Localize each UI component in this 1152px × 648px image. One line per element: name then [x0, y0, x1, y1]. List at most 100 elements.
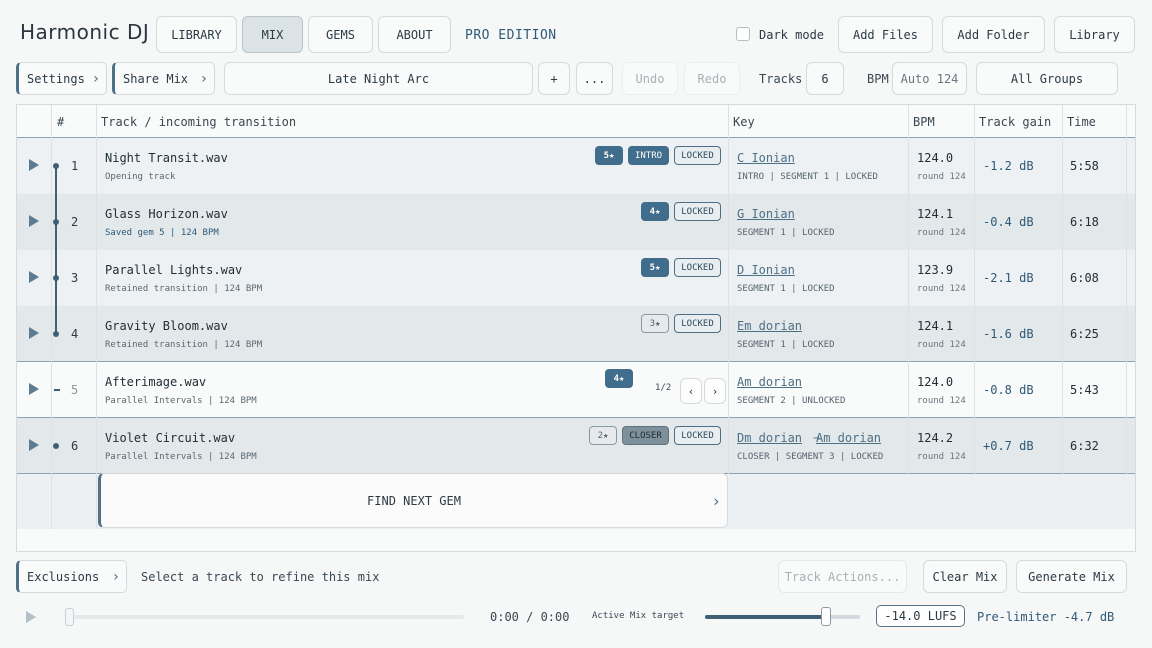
table-row[interactable]: 6 Violet Circuit.wav Parallel Intervals … — [17, 418, 1135, 474]
tab-about[interactable]: ABOUT — [378, 16, 451, 53]
undo-button[interactable]: Undo — [622, 62, 678, 95]
key-link[interactable]: D Ionian — [737, 263, 795, 277]
locked-badge[interactable]: LOCKED — [674, 314, 721, 333]
clear-mix-button[interactable]: Clear Mix — [923, 560, 1007, 593]
key-link[interactable]: C Ionian — [737, 151, 795, 165]
next-candidate-button[interactable]: › — [704, 378, 726, 404]
bpm-subtitle: round 124 — [917, 396, 966, 406]
track-time: 6:32 — [1070, 439, 1099, 453]
playback-scrubber[interactable] — [66, 615, 464, 619]
rating-badge[interactable]: 4★ — [641, 202, 669, 221]
prev-candidate-button[interactable]: ‹ — [680, 378, 702, 404]
add-files-button[interactable]: Add Files — [838, 16, 933, 53]
exclusions-button[interactable]: Exclusions › — [16, 560, 127, 593]
play-icon[interactable] — [29, 271, 39, 283]
track-time: 6:25 — [1070, 327, 1099, 341]
rating-badge[interactable]: 5★ — [641, 258, 669, 277]
closer-badge[interactable]: CLOSER — [622, 426, 669, 445]
header-time: Time — [1067, 115, 1096, 129]
key-link-target[interactable]: Am dorian — [816, 431, 881, 445]
dark-mode-checkbox[interactable] — [736, 27, 750, 41]
play-icon[interactable] — [29, 159, 39, 171]
track-gain[interactable]: -0.8 dB — [983, 383, 1034, 397]
key-link[interactable]: Em dorian — [737, 319, 802, 333]
track-gain[interactable]: -1.2 dB — [983, 159, 1034, 173]
add-mix-button[interactable]: + — [538, 62, 570, 95]
bpm-subtitle: round 124 — [917, 284, 966, 294]
find-next-gem-button[interactable]: FIND NEXT GEM › — [98, 473, 728, 528]
tracks-count-input[interactable]: 6 — [806, 62, 844, 95]
play-icon[interactable] — [29, 383, 39, 395]
track-subtitle: Opening track — [105, 172, 176, 182]
play-icon[interactable] — [29, 327, 39, 339]
intro-badge[interactable]: INTRO — [628, 146, 669, 165]
tab-mix[interactable]: MIX — [242, 16, 303, 53]
chevron-right-icon: › — [711, 491, 721, 510]
more-options-button[interactable]: ... — [576, 62, 613, 95]
rating-badge[interactable]: 5★ — [595, 146, 623, 165]
target-slider-handle[interactable] — [820, 607, 831, 626]
play-icon[interactable] — [26, 611, 36, 623]
lufs-value[interactable]: -14.0 LUFS — [876, 605, 965, 627]
bpm-subtitle: round 124 — [917, 228, 966, 238]
bpm-value: 124.2 — [917, 431, 954, 445]
track-gain[interactable]: -1.6 dB — [983, 327, 1034, 341]
chain-node — [53, 219, 59, 225]
locked-badge[interactable]: LOCKED — [674, 146, 721, 165]
key-link[interactable]: G Ionian — [737, 207, 795, 221]
key-link[interactable]: Am dorian — [737, 375, 802, 389]
play-icon[interactable] — [29, 215, 39, 227]
rating-badge[interactable]: 3★ — [641, 314, 669, 333]
track-subtitle: Retained transition | 124 BPM — [105, 340, 263, 350]
bpm-subtitle: round 124 — [917, 340, 966, 350]
find-next-gem-label: FIND NEXT GEM — [367, 493, 461, 508]
redo-button[interactable]: Redo — [684, 62, 740, 95]
chain-stub — [54, 389, 60, 391]
header-track: Track / incoming transition — [101, 115, 297, 129]
header-num: # — [57, 115, 65, 129]
table-row[interactable]: 2 Glass Horizon.wav Saved gem 5 | 124 BP… — [17, 194, 1135, 250]
chevron-right-icon: › — [199, 70, 208, 87]
track-subtitle: Saved gem 5 | 124 BPM — [105, 228, 219, 238]
tracks-label: Tracks — [759, 72, 803, 86]
column-divider — [908, 105, 909, 474]
track-actions-button[interactable]: Track Actions... — [778, 560, 907, 593]
key-subtitle: INTRO | SEGMENT 1 | LOCKED — [737, 172, 878, 182]
track-gain[interactable]: +0.7 dB — [983, 439, 1034, 453]
locked-badge[interactable]: LOCKED — [674, 258, 721, 277]
key-subtitle: SEGMENT 1 | LOCKED — [737, 284, 835, 294]
scrubber-handle[interactable] — [65, 608, 74, 626]
rating-badge[interactable]: 2★ — [589, 426, 617, 445]
bpm-input[interactable]: Auto 124 — [892, 62, 967, 95]
table-row[interactable]: 4 Gravity Bloom.wav Retained transition … — [17, 306, 1135, 362]
play-icon[interactable] — [29, 439, 39, 451]
key-link[interactable]: Dm dorian — [737, 431, 802, 445]
tab-library[interactable]: LIBRARY — [156, 16, 237, 53]
track-time: 5:58 — [1070, 159, 1099, 173]
key-subtitle: SEGMENT 2 | UNLOCKED — [737, 396, 846, 406]
locked-badge[interactable]: LOCKED — [674, 202, 721, 221]
rating-badge[interactable]: 4★ — [605, 369, 633, 388]
chain-node — [53, 275, 59, 281]
add-folder-button[interactable]: Add Folder — [942, 16, 1045, 53]
table-row[interactable]: 1 Night Transit.wav Opening track 5★ INT… — [17, 138, 1135, 194]
playback-time: 0:00 / 0:00 — [490, 610, 570, 624]
locked-badge[interactable]: LOCKED — [674, 426, 721, 445]
share-mix-button[interactable]: Share Mix › — [112, 62, 215, 95]
track-gain[interactable]: -2.1 dB — [983, 271, 1034, 285]
settings-button[interactable]: Settings › — [16, 62, 107, 95]
tab-gems[interactable]: GEMS — [308, 16, 373, 53]
track-number: 3 — [71, 271, 79, 285]
generate-mix-button[interactable]: Generate Mix — [1016, 560, 1127, 593]
column-divider — [96, 105, 97, 529]
table-row[interactable]: 3 Parallel Lights.wav Retained transitio… — [17, 250, 1135, 306]
mix-name-field[interactable]: Late Night Arc — [224, 62, 533, 95]
table-row[interactable]: 5 Afterimage.wav Parallel Intervals | 12… — [17, 362, 1135, 418]
chain-node — [53, 163, 59, 169]
groups-select[interactable]: All Groups — [976, 62, 1118, 95]
track-subtitle: Parallel Intervals | 124 BPM — [105, 452, 257, 462]
library-button[interactable]: Library — [1054, 16, 1135, 53]
track-gain[interactable]: -0.4 dB — [983, 215, 1034, 229]
track-time: 5:43 — [1070, 383, 1099, 397]
chevron-right-icon: › — [91, 70, 100, 87]
